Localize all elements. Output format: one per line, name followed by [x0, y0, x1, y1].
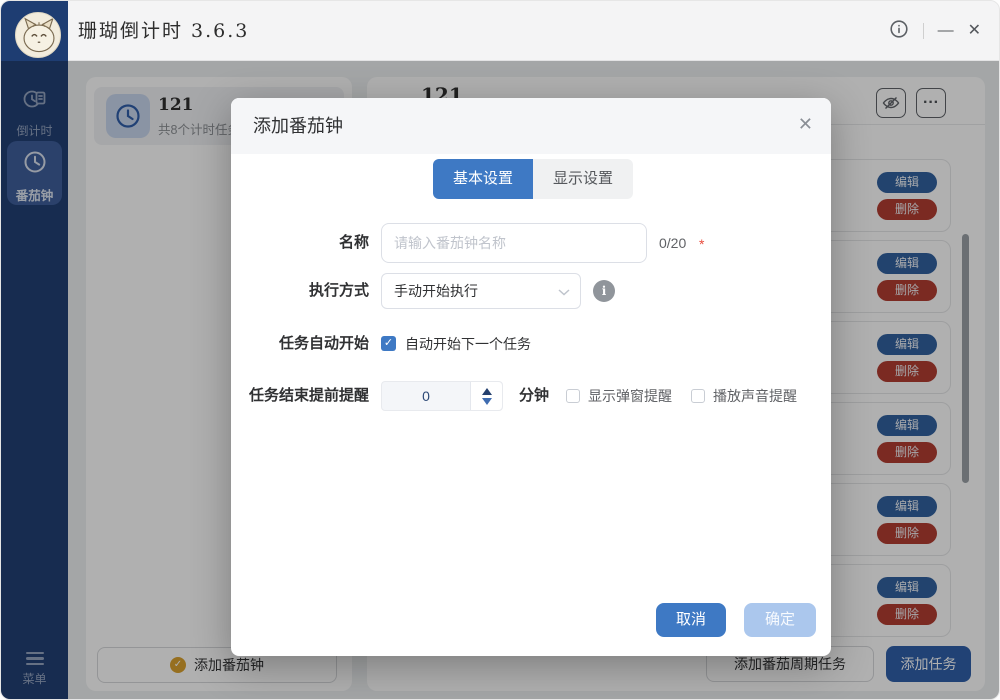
name-label: 名称: [239, 223, 369, 263]
dialog-title: 添加番茄钟: [253, 98, 343, 154]
exec-mode-select[interactable]: 手动开始执行: [381, 273, 581, 309]
tab-display-settings[interactable]: 显示设置: [533, 159, 633, 199]
window-title: 珊瑚倒计时 3.6.3: [78, 1, 249, 61]
minimize-button[interactable]: —: [938, 23, 954, 39]
chevron-down-icon: [558, 289, 570, 296]
remind-minutes-stepper[interactable]: 0: [381, 381, 503, 411]
tab-basic-settings[interactable]: 基本设置: [433, 159, 533, 199]
exec-info-icon[interactable]: i: [593, 280, 615, 302]
info-icon[interactable]: [889, 19, 909, 43]
auto-start-label: 任务自动开始: [239, 335, 369, 353]
sound-remind-checkbox[interactable]: [691, 389, 705, 403]
confirm-button[interactable]: 确定: [744, 603, 816, 637]
cancel-button[interactable]: 取消: [656, 603, 726, 637]
minutes-unit-label: 分钟: [519, 381, 549, 411]
auto-start-option-label[interactable]: 自动开始下一个任务: [405, 335, 531, 353]
dialog-header: 添加番茄钟 ✕: [231, 98, 831, 154]
auto-start-checkbox[interactable]: ✓: [381, 336, 396, 351]
app-window: 倒计时 番茄钟 菜单 珊瑚倒计时 3.6.3: [0, 0, 1000, 700]
titlebar: 珊瑚倒计时 3.6.3 — ✕: [68, 1, 999, 61]
popup-remind-label[interactable]: 显示弹窗提醒: [588, 381, 672, 411]
sound-remind-label[interactable]: 播放声音提醒: [713, 381, 797, 411]
popup-remind-checkbox[interactable]: [566, 389, 580, 403]
remind-minutes-value: 0: [382, 382, 470, 410]
required-asterisk: *: [699, 223, 704, 265]
exec-mode-value: 手动开始执行: [394, 283, 478, 299]
name-input[interactable]: [381, 223, 647, 263]
settings-tabs: 基本设置 显示设置: [433, 159, 633, 199]
char-counter: 0/20: [659, 223, 686, 263]
remind-label: 任务结束提前提醒: [239, 381, 369, 411]
dialog-close-icon[interactable]: ✕: [798, 115, 813, 133]
add-pomodoro-dialog: 添加番茄钟 ✕ 基本设置 显示设置 名称 0/20 * 执行方式 手动开始执行 …: [231, 98, 831, 656]
stepper-controls: [470, 382, 502, 410]
close-button[interactable]: ✕: [968, 23, 981, 39]
exec-mode-label: 执行方式: [239, 273, 369, 309]
stepper-up-icon[interactable]: [482, 388, 492, 395]
app-avatar: [15, 12, 61, 58]
titlebar-divider: [923, 23, 924, 39]
stepper-down-icon[interactable]: [482, 398, 492, 405]
